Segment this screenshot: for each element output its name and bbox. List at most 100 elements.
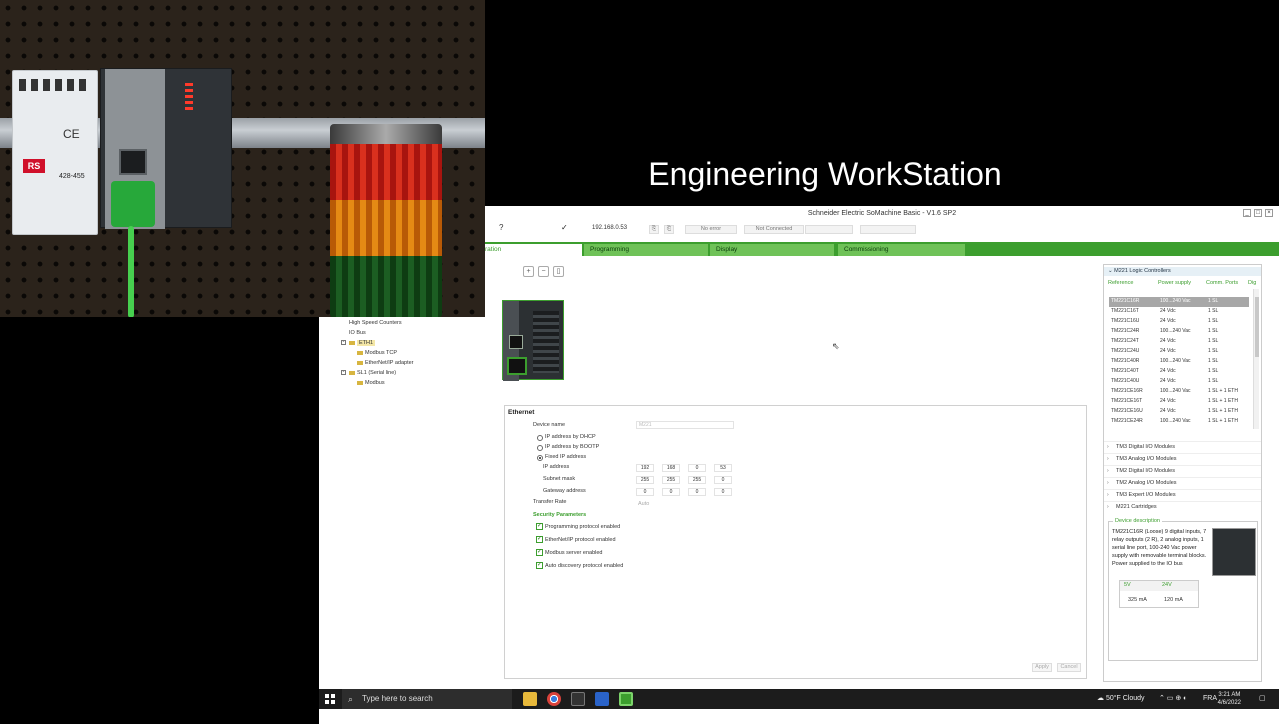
catalog-group[interactable]: › TM3 Analog I/O Modules [1104,453,1261,463]
radio-fixed-ip[interactable] [537,455,543,461]
mask-octet-1[interactable]: 255 [636,476,654,484]
col-reference[interactable]: Reference [1108,280,1133,286]
ip-octet-1[interactable]: 192 [636,464,654,472]
tree-item-io-bus[interactable]: IO Bus [349,330,366,336]
language-indicator[interactable]: FRA [1203,689,1217,709]
catalog-row[interactable]: TM221CE16R 100...240 Vac 1 SL + 1 ETH [1109,387,1249,397]
check-icon[interactable]: ✓ [561,223,568,232]
mask-octet-3[interactable]: 255 [688,476,706,484]
catalog-row[interactable]: TM221C24T 24 Vdc 1 SL [1109,337,1249,347]
catalog-row[interactable]: TM221C40R 100...240 Vac 1 SL [1109,357,1249,367]
file-explorer-icon[interactable] [523,692,537,706]
chrome-icon[interactable] [547,692,561,706]
tree-item-modbus-tcp[interactable]: Modbus TCP [357,350,397,356]
tab-configuration[interactable]: ration [485,244,582,256]
catalog-cell: 1 SL [1208,378,1219,384]
catalog-row[interactable]: TM221CE24R 100...240 Vac 1 SL + 1 ETH [1109,417,1249,427]
help-icon[interactable]: ? [499,223,503,232]
tab-programming[interactable]: Programming [584,244,708,256]
disconnect-icon[interactable]: ⎗ [664,225,674,234]
close-button[interactable]: × [1265,209,1273,217]
tray-icons[interactable]: ⌃ ▭ ⊕ ◐ [1159,689,1187,709]
chk-modbus-server[interactable]: ✓ [536,549,543,556]
transfer-rate-value[interactable]: Auto [638,501,649,507]
catalog-row[interactable]: TM221C16U 24 Vdc 1 SL [1109,317,1249,327]
catalog-row[interactable]: TM221C24U 24 Vdc 1 SL [1109,347,1249,357]
terminal-icon[interactable] [571,692,585,706]
catalog-group[interactable]: › TM2 Digital I/O Modules [1104,465,1261,475]
catalog-group-label: TM3 Analog I/O Modules [1116,456,1177,462]
plc-device [100,68,232,229]
ip-octet-3[interactable]: 0 [688,464,706,472]
windows-start-icon[interactable] [325,694,335,704]
catalog-group[interactable]: › TM3 Expert I/O Modules [1104,489,1261,499]
tree-item-eth1[interactable]: - ETH1 [341,340,376,346]
device-description-title: Device description [1113,518,1162,524]
tree-item-modbus[interactable]: Modbus [357,380,385,386]
collapse-icon[interactable]: - [341,340,346,346]
catalog-section-header[interactable]: ⌄ M221 Logic Controllers [1104,267,1261,276]
catalog-row[interactable]: TM221C40U 24 Vdc 1 SL [1109,377,1249,387]
connect-icon[interactable]: ⎘ [649,225,659,234]
chk-ethernetip-protocol[interactable]: ✓ [536,536,543,543]
col-dig[interactable]: Dig [1248,280,1256,286]
catalog-row[interactable]: TM221CE16T 24 Vdc 1 SL + 1 ETH [1109,397,1249,407]
gw-octet-2[interactable]: 0 [662,488,680,496]
tab-display[interactable]: Display [710,244,834,256]
gw-octet-3[interactable]: 0 [688,488,706,496]
col-ports[interactable]: Comm. Ports [1206,280,1238,286]
catalog-row[interactable]: TM221C40T 24 Vdc 1 SL [1109,367,1249,377]
catalog-cell: 1 SL [1208,298,1219,304]
catalog-group[interactable]: › M221 Cartridges [1104,501,1261,511]
mask-octet-2[interactable]: 255 [662,476,680,484]
catalog-row[interactable]: TM221C24R 100...240 Vac 1 SL [1109,327,1249,337]
catalog-group[interactable]: › TM3 Digital I/O Modules [1104,441,1261,451]
mask-octet-4[interactable]: 0 [714,476,732,484]
notification-icon[interactable]: ▢ [1259,689,1266,709]
weather-widget[interactable]: ☁ 50°F Cloudy [1097,689,1145,709]
bottom-strip [319,709,1279,724]
controller-image[interactable] [502,300,564,381]
col-power[interactable]: Power supply [1158,280,1191,286]
device-name-field[interactable]: M221 [636,421,734,429]
maximize-button[interactable]: □ [1254,209,1262,217]
apply-button[interactable]: Apply [1032,663,1052,672]
collapse-icon[interactable]: - [341,370,346,376]
catalog-cell: TM221CE16R [1111,388,1143,394]
radio-bootp[interactable] [537,445,543,451]
ip-octet-4[interactable]: 53 [714,464,732,472]
chk-programming-protocol[interactable]: ✓ [536,523,543,530]
catalog-row[interactable]: TM221C16T 24 Vdc 1 SL [1109,307,1249,317]
catalog-cell: 24 Vdc [1160,308,1176,314]
tree-item-ethernet-ip[interactable]: EtherNet/IP adapter [357,360,414,366]
ip-octet-2[interactable]: 168 [662,464,680,472]
catalog-row[interactable]: TM221CE16U 24 Vdc 1 SL + 1 ETH [1109,407,1249,417]
cancel-button[interactable]: Cancel [1057,663,1081,672]
tree-item-label: IO Bus [349,330,366,336]
fit-icon[interactable]: ▯ [553,266,564,277]
device-power-note: Power supplied to the IO bus [1112,561,1183,567]
tree-item-sl1[interactable]: - SL1 (Serial line) [341,370,396,376]
scroll-thumb[interactable] [1255,297,1259,357]
catalog-group[interactable]: › TM2 Analog I/O Modules [1104,477,1261,487]
taskbar-search[interactable]: ⌕ Type here to search [342,689,512,709]
radio-dhcp[interactable] [537,435,543,441]
status-field-4 [860,225,916,234]
gw-octet-1[interactable]: 0 [636,488,654,496]
tab-commissioning[interactable]: Commissioning [838,244,965,256]
powershell-icon[interactable] [595,692,609,706]
catalog-row[interactable]: TM221C16R 100...240 Vac 1 SL [1109,297,1249,307]
tree-item-hsc[interactable]: High Speed Counters [349,320,402,326]
zoom-out-icon[interactable]: − [538,266,549,277]
zoom-in-icon[interactable]: + [523,266,534,277]
chk-auto-discovery[interactable]: ✓ [536,562,543,569]
minimize-button[interactable]: _ [1243,209,1251,217]
somachine-icon[interactable] [619,692,633,706]
gw-octet-4[interactable]: 0 [714,488,732,496]
catalog-scrollbar[interactable] [1253,289,1259,429]
catalog-cell: 1 SL [1208,368,1219,374]
tower-cap [330,124,442,144]
weather-text: 50°F Cloudy [1105,695,1145,702]
taskbar-clock[interactable]: 3:21 AM 4/6/2022 [1218,691,1241,707]
controller-eth-port[interactable] [507,357,527,375]
